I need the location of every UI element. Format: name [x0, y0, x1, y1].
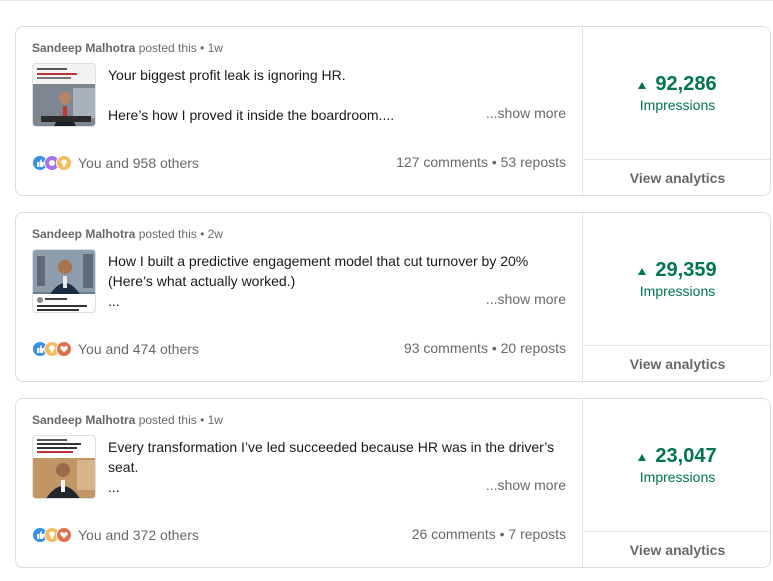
analytics-panel: 29,359 Impressions View analytics [582, 213, 770, 381]
impressions-count: 29,359 [638, 259, 717, 281]
view-analytics-button[interactable]: View analytics [583, 346, 770, 381]
reactions-count: You and 958 others [78, 155, 199, 171]
impressions-label: Impressions [639, 469, 716, 485]
reactions-summary[interactable]: You and 372 others [32, 526, 199, 544]
post-header: Sandeep Malhotra posted this • 1w [32, 41, 223, 55]
post-text-line: seat. [108, 459, 139, 475]
up-triangle-icon [638, 267, 647, 275]
post-text-line: Every transformation I’ve led succeeded … [108, 439, 555, 455]
post-thumbnail[interactable] [32, 249, 96, 313]
view-analytics-button[interactable]: View analytics [583, 532, 770, 567]
impressions-label: Impressions [639, 283, 716, 299]
comments-reposts[interactable]: 26 comments • 7 reposts [412, 526, 566, 542]
reactions-summary[interactable]: You and 474 others [32, 340, 199, 358]
love-reaction-icon [56, 341, 72, 357]
show-more-link[interactable]: ...show more [486, 291, 566, 307]
post-header: Sandeep Malhotra posted this • 2w [32, 227, 223, 241]
analytics-panel: 23,047 Impressions View analytics [582, 399, 770, 567]
post-header: Sandeep Malhotra posted this • 1w [32, 413, 223, 427]
reactions-count: You and 372 others [78, 527, 199, 543]
show-more-link[interactable]: ...show more [486, 477, 566, 493]
post-card: Sandeep Malhotra posted this • 1w Every … [15, 398, 771, 568]
post-card: Sandeep Malhotra posted this • 1w Your b… [15, 26, 771, 196]
author-name[interactable]: Sandeep Malhotra [32, 41, 135, 55]
post-thumbnail[interactable] [32, 63, 96, 127]
impressions-box: 23,047 Impressions [583, 399, 770, 532]
post-meta: posted this • 1w [135, 41, 223, 55]
impressions-count: 92,286 [638, 73, 717, 95]
impressions-value: 23,047 [655, 445, 717, 467]
top-divider [0, 0, 773, 1]
reaction-icons [32, 155, 72, 171]
reaction-icons [32, 527, 72, 543]
post-summary[interactable]: Sandeep Malhotra posted this • 2w How I … [16, 213, 582, 381]
post-card: Sandeep Malhotra posted this • 2w How I … [15, 212, 771, 382]
view-analytics-button[interactable]: View analytics [583, 160, 770, 195]
post-text-line [108, 85, 568, 105]
reactions-summary[interactable]: You and 958 others [32, 154, 199, 172]
post-meta: posted this • 1w [135, 413, 223, 427]
up-triangle-icon [638, 81, 647, 89]
post-summary[interactable]: Sandeep Malhotra posted this • 1w Your b… [16, 27, 582, 195]
impressions-count: 23,047 [638, 445, 717, 467]
post-thumbnail[interactable] [32, 435, 96, 499]
reaction-icons [32, 341, 72, 357]
love-reaction-icon [56, 527, 72, 543]
insightful-reaction-icon [56, 155, 72, 171]
post-text-line: Your biggest profit leak is ignoring HR. [108, 67, 346, 83]
post-text-line: How I built a predictive engagement mode… [108, 253, 529, 269]
impressions-box: 29,359 Impressions [583, 213, 770, 346]
author-name[interactable]: Sandeep Malhotra [32, 227, 135, 241]
impressions-value: 92,286 [655, 73, 717, 95]
post-text-line: (Here’s what actually worked.) [108, 273, 296, 289]
post-meta: posted this • 2w [135, 227, 223, 241]
reactions-count: You and 474 others [78, 341, 199, 357]
up-triangle-icon [638, 453, 647, 461]
impressions-label: Impressions [639, 97, 716, 113]
comments-reposts[interactable]: 127 comments • 53 reposts [396, 154, 566, 170]
impressions-box: 92,286 Impressions [583, 27, 770, 160]
author-name[interactable]: Sandeep Malhotra [32, 413, 135, 427]
analytics-panel: 92,286 Impressions View analytics [582, 27, 770, 195]
post-summary[interactable]: Sandeep Malhotra posted this • 1w Every … [16, 399, 582, 567]
impressions-value: 29,359 [655, 259, 717, 281]
comments-reposts[interactable]: 93 comments • 20 reposts [404, 340, 566, 356]
show-more-link[interactable]: ...show more [486, 105, 566, 121]
